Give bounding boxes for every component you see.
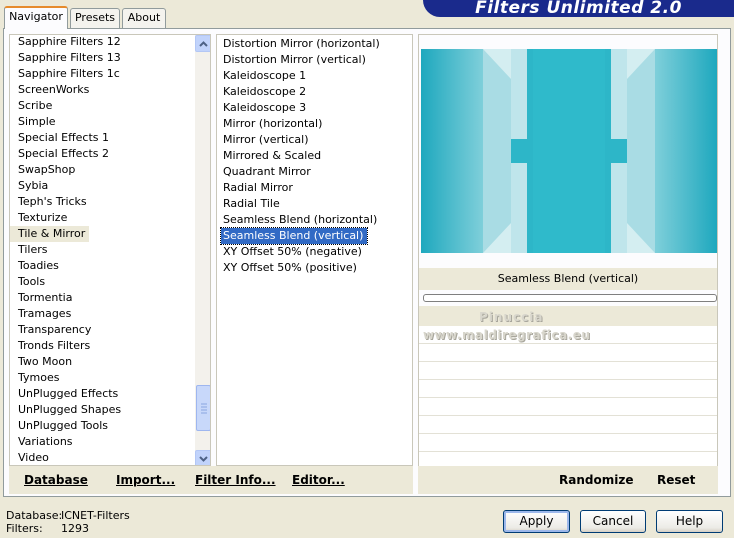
filter-item[interactable]: Seamless Blend (horizontal)	[221, 212, 380, 228]
category-item[interactable]: UnPlugged Shapes	[10, 402, 121, 418]
import-button[interactable]: Import...	[116, 466, 175, 494]
filter-list[interactable]: Distortion Mirror (horizontal) Distortion…	[216, 34, 413, 466]
right-action-bar: Randomize Reset	[418, 466, 718, 494]
filter-item[interactable]: XY Offset 50% (negative)	[221, 244, 380, 260]
status-filters-value: 1293	[61, 522, 89, 535]
status-database-label: Database:	[6, 509, 63, 522]
tab-about-label: About	[127, 11, 161, 24]
app-banner: Filters Unlimited 2.0	[423, 0, 734, 17]
scroll-up-button[interactable]	[195, 35, 210, 52]
category-item[interactable]: ScreenWorks	[10, 82, 121, 98]
param-row	[419, 434, 717, 452]
category-item[interactable]: Scribe	[10, 98, 121, 114]
category-item[interactable]: Sapphire Filters 13	[10, 50, 121, 66]
preview-image	[421, 49, 717, 253]
preview-picture	[421, 49, 717, 253]
grip-icon	[201, 403, 207, 414]
cancel-label: Cancel	[592, 514, 634, 528]
category-item[interactable]: Tronds Filters	[10, 338, 121, 354]
scroll-thumb[interactable]	[196, 385, 210, 431]
chevron-down-icon	[199, 455, 208, 462]
tab-navigator-label: Navigator	[9, 10, 63, 23]
database-button[interactable]: Database	[24, 466, 88, 494]
navigator-panel: Sapphire Filters 12 Sapphire Filters 13 Sa…	[3, 28, 731, 497]
filter-item[interactable]: Seamless Blend (vertical)	[219, 227, 369, 245]
filter-item[interactable]: Kaleidoscope 1	[221, 68, 380, 84]
category-item[interactable]: Sapphire Filters 12	[10, 35, 121, 50]
category-item[interactable]: Texturize	[10, 210, 121, 226]
category-item[interactable]: Sybia	[10, 178, 121, 194]
category-item[interactable]: Tilers	[10, 242, 121, 258]
filter-item[interactable]: Mirror (vertical)	[221, 132, 380, 148]
filter-info-button[interactable]: Filter Info...	[195, 466, 276, 494]
preview-filter-name: Seamless Blend (vertical)	[419, 268, 717, 290]
filter-items: Distortion Mirror (horizontal) Distortion…	[219, 36, 380, 276]
watermark-url: www.maldiregrafica.eu	[423, 328, 591, 342]
filter-item[interactable]: Mirrored & Scaled	[221, 148, 380, 164]
status-database-value: ICNET-Filters	[61, 509, 130, 522]
param-row	[419, 344, 717, 362]
cancel-button[interactable]: Cancel	[580, 510, 646, 533]
scroll-down-button[interactable]	[195, 450, 210, 465]
tab-about[interactable]: About	[122, 8, 166, 28]
category-scrollbar[interactable]	[195, 35, 210, 465]
help-button[interactable]: Help	[656, 510, 723, 533]
category-item[interactable]: Tramages	[10, 306, 121, 322]
reset-button[interactable]: Reset	[657, 466, 695, 494]
preview-panel: Seamless Blend (vertical) Pinuccia www.m…	[418, 34, 718, 467]
category-item[interactable]: Toadies	[10, 258, 121, 274]
filter-item[interactable]: Radial Mirror	[221, 180, 380, 196]
category-item[interactable]: Transparency	[10, 322, 121, 338]
category-item[interactable]: Variations	[10, 434, 121, 450]
tab-navigator[interactable]: Navigator	[4, 6, 68, 29]
filter-item[interactable]: XY Offset 50% (positive)	[221, 260, 380, 276]
category-items: Sapphire Filters 12 Sapphire Filters 13 Sa…	[10, 35, 121, 465]
editor-button[interactable]: Editor...	[292, 466, 345, 494]
category-item[interactable]: Tormentia	[10, 290, 121, 306]
category-item[interactable]: Video	[10, 450, 121, 465]
category-item[interactable]: Sapphire Filters 1c	[10, 66, 121, 82]
apply-button[interactable]: Apply	[503, 510, 570, 533]
category-item[interactable]: Simple	[10, 114, 121, 130]
category-item[interactable]: UnPlugged Tools	[10, 418, 121, 434]
filter-item[interactable]: Mirror (horizontal)	[221, 116, 380, 132]
category-item[interactable]: UnPlugged Effects	[10, 386, 121, 402]
param-row	[419, 380, 717, 398]
category-item[interactable]: Special Effects 2	[10, 146, 121, 162]
category-item[interactable]: Teph's Tricks	[10, 194, 121, 210]
filter-item[interactable]: Kaleidoscope 2	[221, 84, 380, 100]
tab-presets-label: Presets	[74, 11, 116, 24]
category-item[interactable]: Tile & Mirror	[10, 226, 90, 242]
filter-item[interactable]: Quadrant Mirror	[221, 164, 380, 180]
param-row	[419, 398, 717, 416]
category-item[interactable]: Two Moon	[10, 354, 121, 370]
help-label: Help	[675, 514, 704, 528]
category-item[interactable]: Tools	[10, 274, 121, 290]
param-row	[419, 416, 717, 434]
category-item[interactable]: SwapShop	[10, 162, 121, 178]
category-item[interactable]: Tymoes	[10, 370, 121, 386]
chevron-up-icon	[199, 40, 208, 47]
category-list[interactable]: Sapphire Filters 12 Sapphire Filters 13 Sa…	[9, 34, 211, 466]
tab-presets[interactable]: Presets	[70, 8, 120, 28]
randomize-button[interactable]: Randomize	[559, 466, 633, 494]
filter-item[interactable]: Distortion Mirror (vertical)	[221, 52, 380, 68]
param-header	[419, 306, 717, 326]
param-row	[419, 362, 717, 380]
banner-title: Filters Unlimited 2.0	[475, 0, 682, 18]
status-filters-label: Filters:	[6, 522, 43, 535]
filter-item[interactable]: Radial Tile	[221, 196, 380, 212]
filter-item[interactable]: Kaleidoscope 3	[221, 100, 380, 116]
category-item[interactable]: Special Effects 1	[10, 130, 121, 146]
progress-bar	[423, 294, 717, 302]
apply-label: Apply	[519, 514, 554, 528]
param-list	[419, 326, 717, 467]
left-action-bar: Database Import... Filter Info... Editor…	[9, 466, 413, 494]
watermark-name: Pinuccia	[479, 310, 544, 324]
filter-item[interactable]: Distortion Mirror (horizontal)	[221, 36, 380, 52]
